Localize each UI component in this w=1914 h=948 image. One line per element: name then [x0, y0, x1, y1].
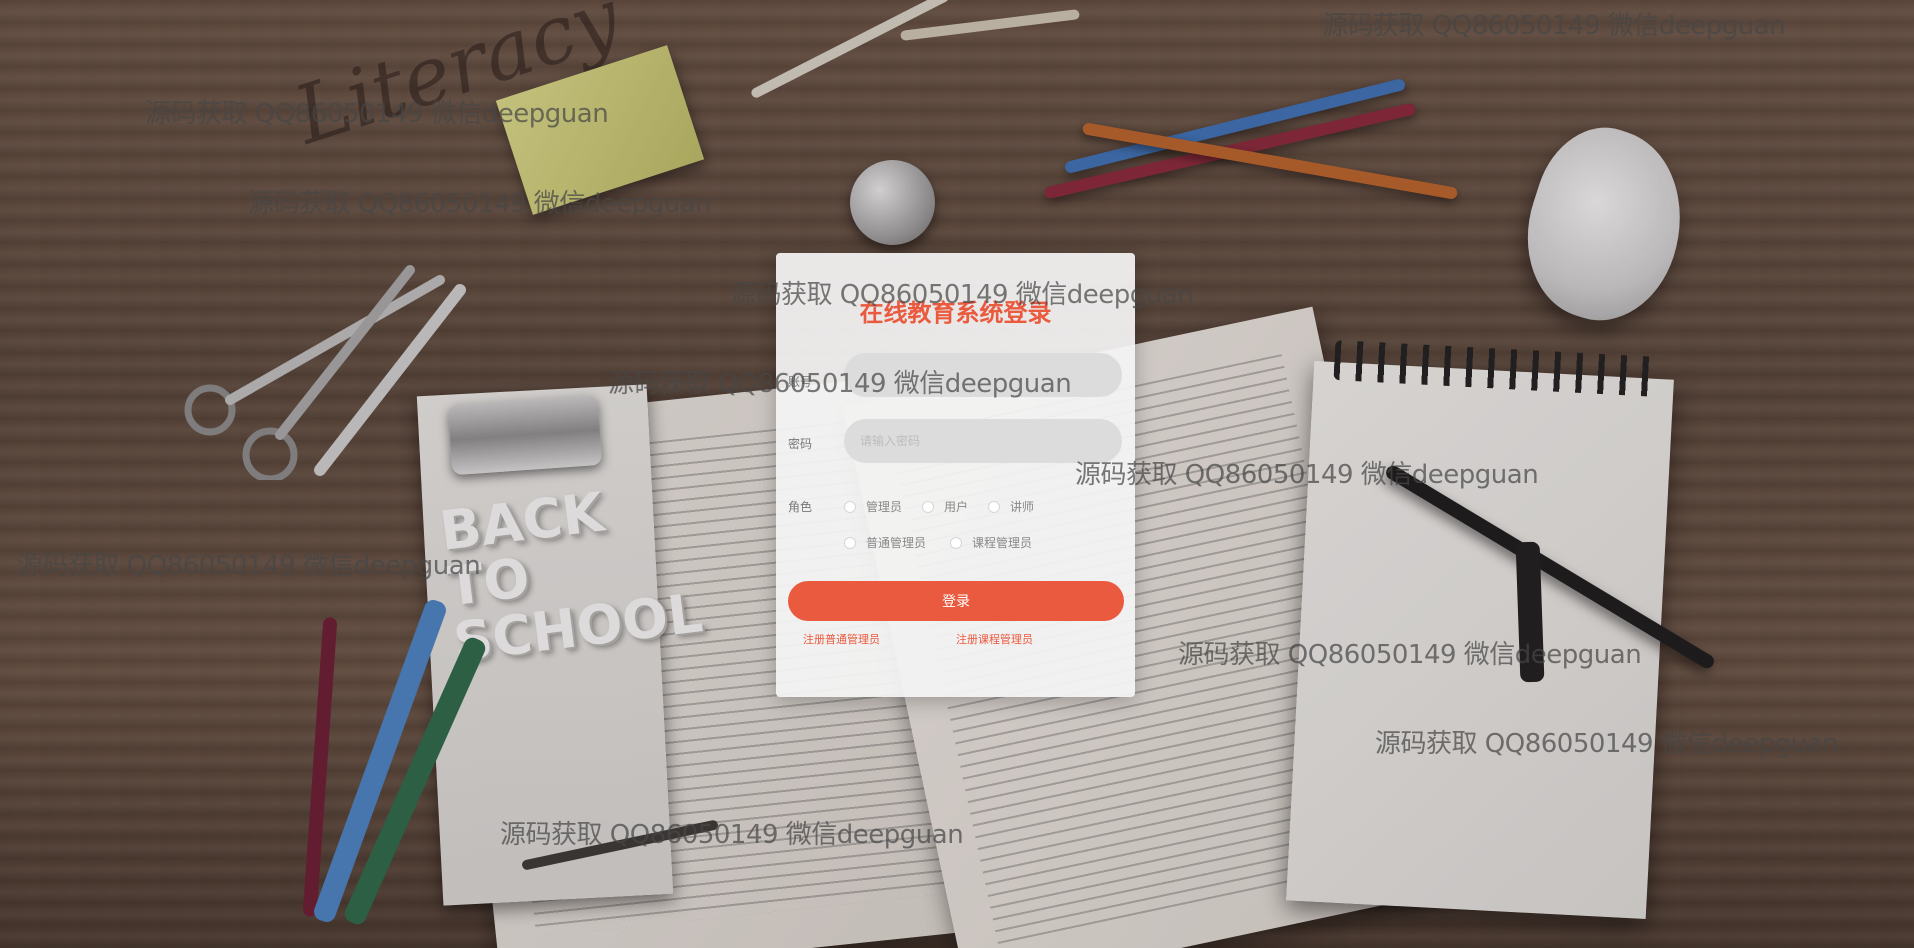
password-label: 密码	[788, 437, 813, 451]
role-option-user[interactable]: 用户	[922, 498, 968, 515]
role-option-lecturer[interactable]: 讲师	[988, 498, 1034, 515]
radio-icon[interactable]	[922, 500, 934, 513]
role-option-label: 课程管理员	[972, 536, 1033, 550]
radio-icon[interactable]	[950, 536, 962, 549]
watermark-text: 源码获取 QQ86050149 微信deepguan	[248, 189, 712, 219]
role-option-label: 用户	[944, 500, 969, 514]
radio-icon[interactable]	[988, 500, 1000, 513]
role-option-general-admin[interactable]: 普通管理员	[844, 534, 926, 551]
watermark-text: 源码获取 QQ86050149 微信deepguan	[1375, 729, 1839, 759]
login-button[interactable]: 登录	[788, 581, 1124, 621]
register-course-admin-link[interactable]: 注册课程管理员	[956, 631, 1033, 647]
role-label: 角色	[788, 500, 813, 514]
watermark-text: 源码获取 QQ86050149 微信deepguan	[1178, 640, 1642, 670]
watermark-text: 源码获取 QQ86050149 微信deepguan	[1322, 11, 1786, 41]
radio-icon[interactable]	[844, 500, 856, 513]
register-general-admin-link[interactable]: 注册普通管理员	[803, 631, 880, 647]
watermark-text: 源码获取 QQ86050149 微信deepguan	[145, 99, 609, 129]
page-background: Literacy BACK TO SCHOOL 在线教育系统登录 账号 密码 角…	[0, 0, 1914, 948]
role-option-label: 普通管理员	[866, 536, 927, 550]
watermark-text: 源码获取 QQ86050149 微信deepguan	[17, 551, 481, 581]
radio-icon[interactable]	[844, 536, 856, 549]
role-option-label: 讲师	[1010, 500, 1035, 514]
watermark-text: 源码获取 QQ86050149 微信deepguan	[730, 280, 1194, 310]
role-option-admin[interactable]: 管理员	[844, 498, 902, 515]
watermark-text: 源码获取 QQ86050149 微信deepguan	[500, 820, 964, 850]
watermark-text: 源码获取 QQ86050149 微信deepguan	[608, 369, 1072, 399]
role-option-label: 管理员	[866, 500, 903, 514]
role-option-course-admin[interactable]: 课程管理员	[950, 534, 1032, 551]
watermark-text: 源码获取 QQ86050149 微信deepguan	[1075, 460, 1539, 490]
